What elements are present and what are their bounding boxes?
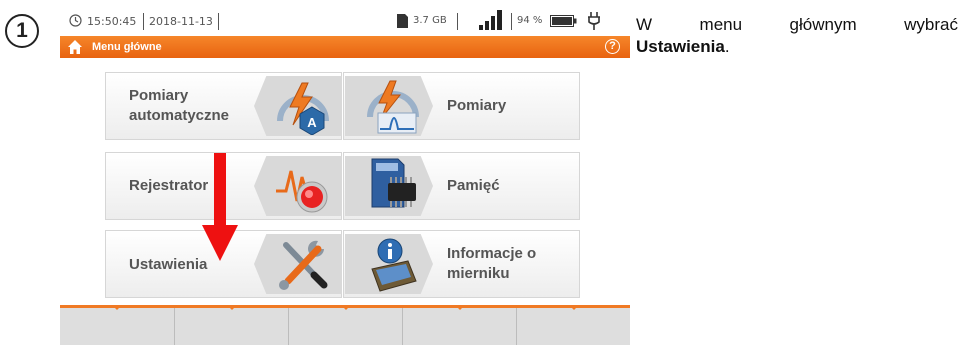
measurement-icon <box>367 80 419 134</box>
soft-key-notch <box>341 305 351 310</box>
title-bar: Menu główne ? <box>60 36 630 58</box>
status-separator <box>143 13 144 30</box>
signal-strength-icon <box>479 10 502 30</box>
tile-label: Pomiary automatyczne <box>129 87 230 124</box>
svg-text:A: A <box>307 115 317 130</box>
instruction-text: W menu głównym wybrać Ustawienia. <box>636 14 958 58</box>
status-separator <box>457 13 458 30</box>
soft-key-notch <box>112 305 122 310</box>
tile-label: Pomiary <box>447 97 507 114</box>
step-number-badge: 1 <box>5 14 39 48</box>
help-icon[interactable]: ? <box>605 39 620 54</box>
soft-key-2[interactable] <box>175 308 289 345</box>
clock-icon <box>69 14 82 27</box>
status-separator <box>218 13 219 30</box>
instruction-line-2: Ustawienia. <box>636 37 730 56</box>
menu-tile-memory[interactable]: Pamięć <box>343 152 580 220</box>
sd-card-icon <box>397 14 408 28</box>
tile-label: Pamięć <box>447 177 500 194</box>
menu-tile-auto-measurements[interactable]: Pomiary automatyczne A <box>105 72 342 140</box>
recorder-icon <box>276 170 328 213</box>
status-date: 2018-11-13 <box>149 15 213 28</box>
battery-icon <box>550 15 577 27</box>
menu-tile-measurements[interactable]: Pomiary <box>343 72 580 140</box>
step-number: 1 <box>16 19 28 42</box>
red-indicator-arrow <box>202 153 238 261</box>
soft-key-notch <box>227 305 237 310</box>
page-title: Menu główne <box>92 41 162 53</box>
soft-key-notch <box>569 305 579 310</box>
status-storage: 3.7 GB <box>413 15 447 26</box>
tile-label: Rejestrator <box>129 177 209 194</box>
tile-label: Informacje o mierniku <box>447 245 537 282</box>
status-battery-percent: 94 % <box>517 15 543 26</box>
instruction-line-1: W menu głównym wybrać <box>636 15 958 34</box>
menu-tile-meter-info[interactable]: Informacje o mierniku <box>343 230 580 298</box>
instruction-target: Ustawienia <box>636 37 725 56</box>
meter-info-icon <box>371 238 417 292</box>
status-time: 15:50:45 <box>87 15 137 28</box>
tile-label: Ustawienia <box>129 256 208 273</box>
settings-tools-icon <box>279 240 328 290</box>
home-icon[interactable] <box>67 39 83 55</box>
device-screen: 15:50:45 2018-11-13 3.7 GB 94 % Menu głó… <box>60 0 630 345</box>
soft-key-5[interactable] <box>517 308 630 345</box>
soft-key-3[interactable] <box>289 308 403 345</box>
power-plug-icon <box>588 12 600 30</box>
status-separator <box>511 13 512 30</box>
soft-key-bar <box>60 305 630 345</box>
status-bar: 15:50:45 2018-11-13 3.7 GB 94 % <box>60 0 630 36</box>
auto-measurement-icon: A <box>277 82 329 135</box>
memory-card-icon <box>371 158 416 208</box>
soft-key-notch <box>455 305 465 310</box>
soft-key-1[interactable] <box>60 308 175 345</box>
soft-key-4[interactable] <box>403 308 517 345</box>
